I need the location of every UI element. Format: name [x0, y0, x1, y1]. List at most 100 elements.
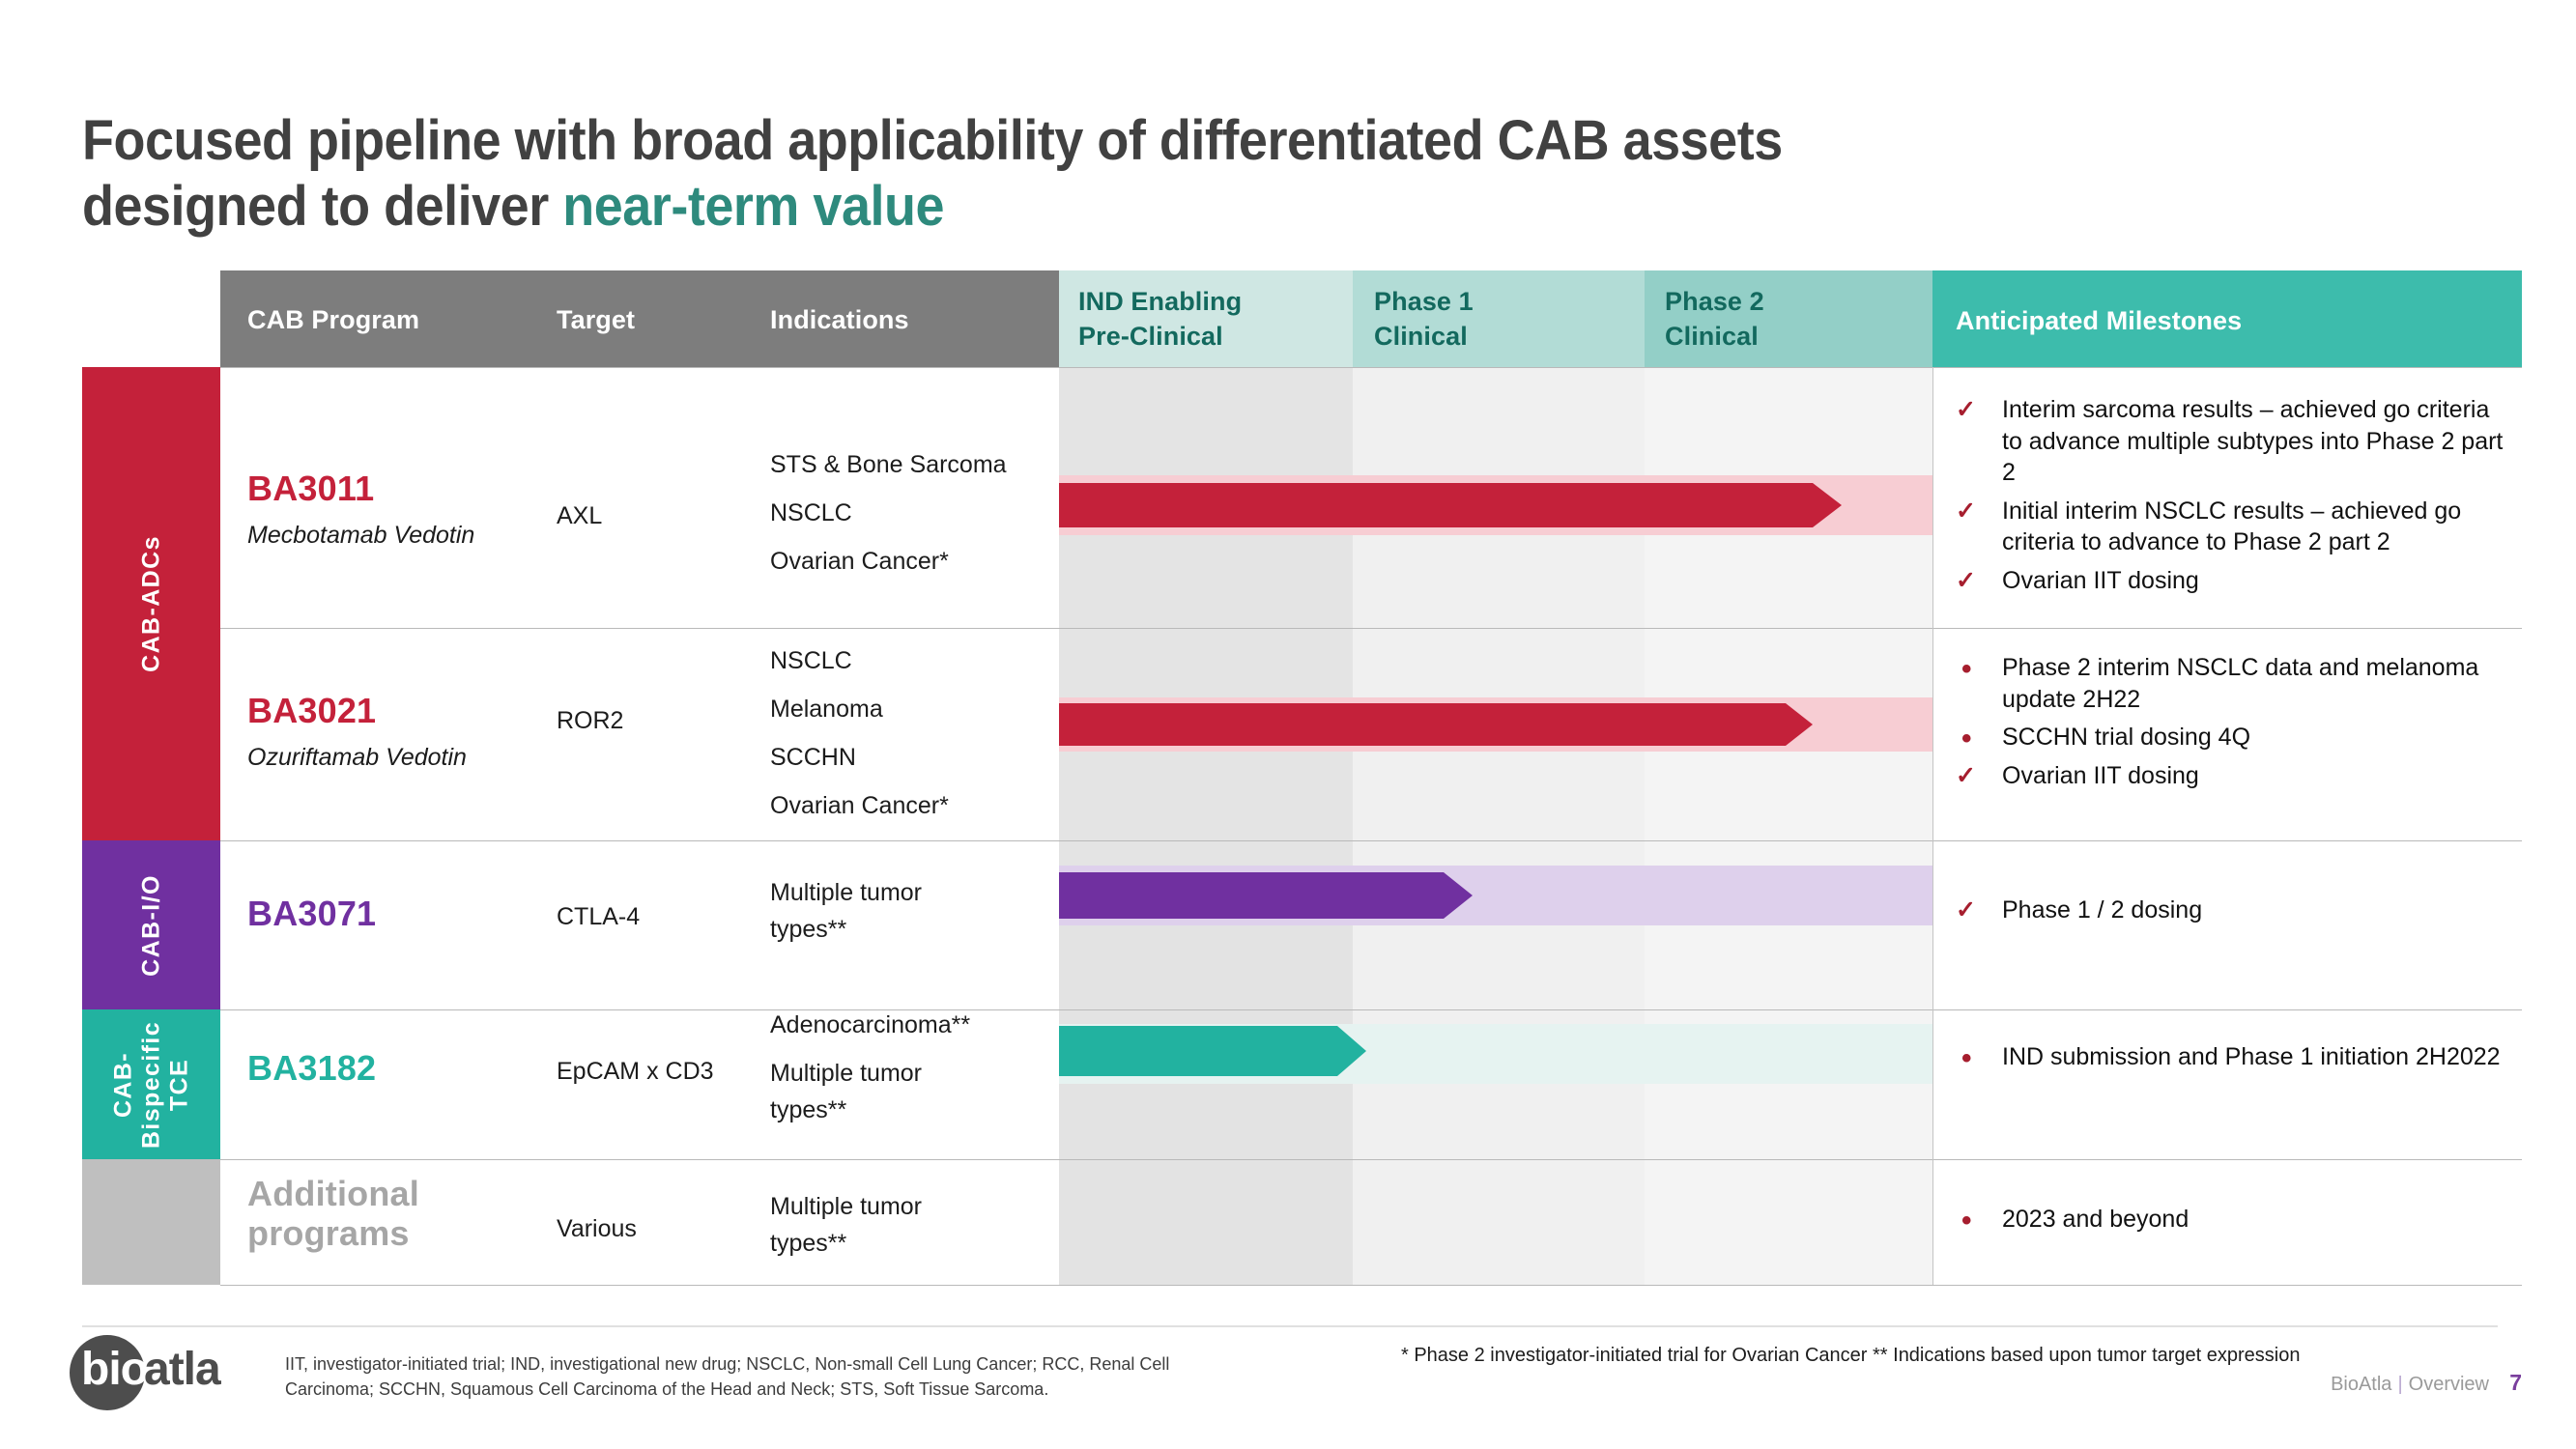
milestone-text: 2023 and beyond — [2002, 1206, 2190, 1233]
category-label-cab-bispecific-tce: CAB- Bispecific TCE — [109, 1020, 192, 1149]
milestone-list: ✓ Phase 1 / 2 dosing — [1956, 895, 2506, 933]
timeline-progress-bar — [1059, 483, 1842, 527]
check-icon: ✓ — [1956, 566, 1976, 594]
footer-brand-separator: | — [2397, 1374, 2403, 1395]
header-label-anticipated-milestones: Anticipated Milestones — [1956, 306, 2243, 335]
milestone-text: Initial interim NSCLC results – achieved… — [2002, 497, 2462, 556]
row-separator-2 — [220, 840, 2522, 841]
column-bg-ind-top — [1059, 367, 1353, 918]
page-number: 7 — [2509, 1370, 2522, 1395]
check-icon: ✓ — [1956, 497, 1976, 525]
indication-item: NSCLC — [770, 499, 852, 526]
milestone-list: • Phase 2 interim NSCLC data and melanom… — [1956, 652, 2506, 798]
header-sublabel-ind-enabling: Pre-Clinical — [1078, 322, 1223, 351]
category-spine-cab-adcs: CAB-ADCs — [82, 367, 220, 840]
milestone-text: IND submission and Phase 1 initiation 2H… — [2002, 1043, 2501, 1070]
category-spine-additional — [82, 1159, 220, 1285]
target-value: AXL — [557, 502, 603, 529]
indication-item: SCCHN — [770, 744, 856, 771]
indication-item: types** — [770, 916, 847, 943]
row-separator-bottom — [220, 1285, 2522, 1286]
bullet-icon: • — [1961, 723, 1972, 754]
timeline-progress-bar — [1059, 872, 1473, 919]
logo-text-atla: atla — [144, 1344, 221, 1395]
column-bg-ind-bottom — [1059, 918, 1353, 1285]
footnotes-text: * Phase 2 investigator-initiated trial f… — [1401, 1345, 2301, 1366]
header-label-target: Target — [557, 305, 636, 334]
milestone-item: ✓ Ovarian IIT dosing — [1956, 565, 2506, 597]
indication-item: Adenocarcinoma** — [770, 1011, 971, 1038]
row-separator-top — [220, 367, 2522, 368]
milestone-text: SCCHN trial dosing 4Q — [2002, 724, 2251, 751]
footer-section-name: Overview — [2408, 1374, 2489, 1395]
bioatla-logo: bio atla — [70, 1331, 263, 1414]
milestone-item: • 2023 and beyond — [1956, 1204, 2506, 1236]
program-name: Additional programs — [247, 1174, 419, 1254]
target-value: Various — [557, 1215, 637, 1242]
milestone-text: Interim sarcoma results – achieved go cr… — [2002, 396, 2504, 486]
header-sublabel-phase1: Clinical — [1374, 322, 1468, 351]
footer-brand-name: BioAtla — [2331, 1374, 2392, 1395]
category-label-cab-io: CAB-I/O — [137, 873, 164, 977]
check-icon: ✓ — [1956, 896, 1976, 923]
row-separator-3 — [220, 1009, 2522, 1010]
milestone-text: Ovarian IIT dosing — [2002, 761, 2199, 789]
program-name: BA3071 — [247, 894, 377, 933]
bullet-icon: • — [1961, 1042, 1972, 1074]
milestone-item: • Phase 2 interim NSCLC data and melanom… — [1956, 652, 2506, 715]
program-subtitle: Ozuriftamab Vedotin — [247, 744, 467, 771]
header-sublabel-phase2: Clinical — [1665, 322, 1759, 351]
bullet-icon: • — [1961, 653, 1972, 685]
indication-item: STS & Bone Sarcoma — [770, 451, 1007, 478]
indication-item: Multiple tumor — [770, 1060, 922, 1087]
milestone-item: • SCCHN trial dosing 4Q — [1956, 722, 2506, 754]
program-name: BA3182 — [247, 1048, 377, 1088]
category-spine-cab-io: CAB-I/O — [82, 840, 220, 1009]
category-spine-cab-bispecific-tce: CAB- Bispecific TCE — [82, 1009, 220, 1159]
target-value: ROR2 — [557, 707, 624, 734]
header-label-ind-enabling: IND Enabling — [1078, 287, 1243, 316]
program-name: BA3021 — [247, 691, 377, 730]
pipeline-table: CAB Program Target Indications IND Enabl… — [0, 0, 2576, 1449]
header-label-phase1: Phase 1 — [1374, 287, 1474, 316]
indication-item: types** — [770, 1230, 847, 1257]
milestones-column-divider — [1932, 367, 1933, 1285]
bullet-icon: • — [1961, 1205, 1972, 1236]
check-icon: ✓ — [1956, 761, 1976, 789]
abbreviations-note: IIT, investigator-initiated trial; IND, … — [285, 1354, 1170, 1399]
timeline-progress-bar — [1059, 703, 1813, 746]
milestone-text: Phase 2 interim NSCLC data and melanoma … — [2002, 654, 2479, 713]
footer-brand: BioAtla | Overview — [2331, 1374, 2489, 1396]
indication-item: Ovarian Cancer* — [770, 792, 949, 819]
indication-item: Multiple tumor — [770, 1193, 922, 1220]
milestone-item: ✓ Initial interim NSCLC results – achiev… — [1956, 496, 2506, 558]
logo-text-bio: bio — [81, 1344, 149, 1395]
row-separator-1 — [220, 628, 2522, 629]
footer-divider — [82, 1325, 2498, 1327]
indication-item: types** — [770, 1096, 847, 1123]
indication-item: Melanoma — [770, 696, 883, 723]
timeline-progress-bar — [1059, 1026, 1366, 1076]
program-name: BA3011 — [247, 469, 375, 508]
header-label-cab-program: CAB Program — [247, 305, 420, 334]
milestone-list: ✓ Interim sarcoma results – achieved go … — [1956, 394, 2506, 603]
row-separator-4 — [220, 1159, 2522, 1160]
target-value: CTLA-4 — [557, 903, 641, 930]
indication-item: Ovarian Cancer* — [770, 548, 949, 575]
milestone-item: ✓ Ovarian IIT dosing — [1956, 760, 2506, 792]
target-value: EpCAM x CD3 — [557, 1058, 714, 1085]
milestone-item: ✓ Phase 1 / 2 dosing — [1956, 895, 2506, 926]
header-label-indications: Indications — [770, 305, 909, 334]
milestone-text: Ovarian IIT dosing — [2002, 566, 2199, 594]
check-icon: ✓ — [1956, 396, 1976, 423]
indication-item: NSCLC — [770, 647, 852, 674]
header-label-phase2: Phase 2 — [1665, 287, 1764, 316]
milestone-item: • IND submission and Phase 1 initiation … — [1956, 1041, 2506, 1074]
milestone-text: Phase 1 / 2 dosing — [2002, 896, 2203, 923]
category-label-cab-adcs: CAB-ADCs — [137, 535, 164, 672]
milestone-item: ✓ Interim sarcoma results – achieved go … — [1956, 394, 2506, 489]
milestone-list: • IND submission and Phase 1 initiation … — [1956, 1041, 2506, 1080]
indication-item: Multiple tumor — [770, 879, 922, 906]
milestone-list: • 2023 and beyond — [1956, 1204, 2506, 1242]
program-subtitle: Mecbotamab Vedotin — [247, 522, 475, 549]
